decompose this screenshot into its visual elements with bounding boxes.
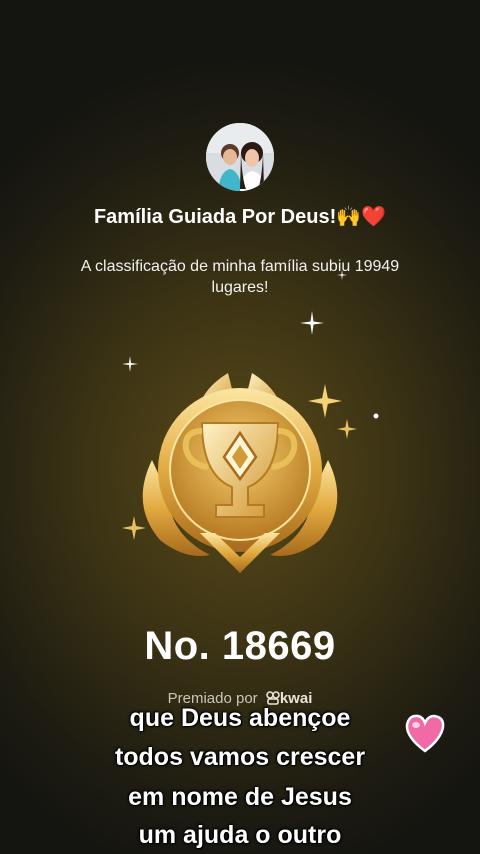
caption-line: em nome de Jesus <box>128 783 352 811</box>
sparkle-icon <box>373 413 379 419</box>
sparkle-icon <box>300 311 324 335</box>
caption-line: um ajuda o outro <box>138 821 342 849</box>
family-name: Família Guiada Por Deus!🙌❤️ <box>93 206 387 228</box>
family-avatar[interactable] <box>206 123 274 191</box>
sparkle-icon <box>337 270 347 280</box>
family-rank-number: No. 18669 <box>144 624 336 668</box>
trophy-medal-icon <box>142 373 338 573</box>
heart-sticker-icon <box>405 714 445 753</box>
kwai-logo-icon <box>266 691 280 705</box>
avatar-photo <box>206 123 274 191</box>
rank-change-text: A classificação de minha família subiu 1… <box>80 258 400 296</box>
